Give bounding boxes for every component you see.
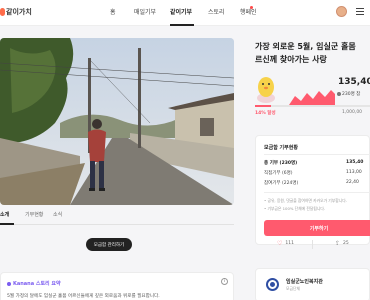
organization-type: 모금단체 (286, 286, 300, 291)
tab-donation-status[interactable]: 기부현황 (25, 211, 43, 218)
summary-header: Kanana 스토리 요약 (7, 280, 61, 287)
summary-title: Kanana 스토리 요약 (13, 281, 61, 287)
nav-together[interactable]: 같이기부 (170, 7, 192, 16)
action-bar: ♡ 111 ⇪ 25 (255, 238, 370, 252)
campaign-title: 가장 외로운 5월, 임실군 홀몸 르신께 찾아가는 사랑 (255, 40, 370, 66)
logo-icon (0, 8, 5, 16)
story-summary-card: Kanana 스토리 요약 i 5월 가정의 달에도 임실군 홀몸 어르신들에게… (0, 272, 234, 300)
status-title: 모금함 기부현황 (264, 145, 298, 151)
donate-button[interactable]: 기부하기 (264, 220, 370, 236)
like-button[interactable]: ♡ 111 (277, 240, 294, 247)
heart-chain-graphic (289, 90, 335, 105)
campaign-photo (0, 38, 234, 205)
divider (264, 192, 370, 193)
status-row-value: 135,40 (346, 160, 364, 165)
status-row-label: 총 기부 (230명) (264, 161, 298, 166)
avatar[interactable] (336, 6, 347, 17)
status-row-value: 22,40 (346, 180, 359, 185)
logo[interactable]: 같이가치 (0, 7, 32, 17)
progress-fill (255, 105, 272, 107)
status-note: • 기부금은 100% 단체에 전달됩니다. (264, 206, 326, 211)
status-note: • 공유, 응원, 댓글을 참여하면 카카오가 기부합니다. (264, 198, 347, 203)
top-header: 같이가치 홈 매일기부 같이기부 스토리 행페인 (0, 0, 370, 26)
status-row-participation: 참여기부 (224명) 22,40 (264, 180, 370, 186)
organization-name: 임실군노인복지관 (286, 279, 323, 285)
like-count: 111 (285, 241, 294, 246)
menu-icon[interactable] (356, 8, 364, 15)
share-icon: ⇪ (335, 240, 341, 247)
raised-amount: 135,40 (338, 77, 370, 87)
donation-status-card: 모금함 기부현황 총 기부 (230명) 135,40 직접기부 (6명) 11… (255, 135, 370, 245)
campaign-title-line2: 르신께 찾아가는 사랑 (255, 55, 327, 64)
organization-card[interactable]: 임실군노인복지관 모금단체 (255, 268, 370, 300)
status-row-label: 직접기부 (6명) (264, 171, 293, 176)
heart-icon: ♡ (277, 240, 283, 247)
divider (312, 240, 313, 249)
donor-count: 230명 참 (337, 91, 360, 97)
status-row-total: 총 기부 (230명) 135,40 (264, 160, 370, 166)
nav-story[interactable]: 스토리 (208, 7, 225, 16)
status-row-label: 참여기부 (224명) (264, 181, 299, 186)
divider (264, 154, 370, 155)
person-icon (337, 91, 341, 96)
status-row-direct: 직접기부 (6명) 113,00 (264, 170, 370, 176)
progress-bar (255, 105, 370, 107)
kanana-icon (7, 281, 11, 286)
tab-news[interactable]: 소식 (53, 211, 62, 218)
tab-intro[interactable]: 소개 (0, 211, 9, 218)
summary-text: 5월 가정의 달에도 임실군 홀몸 어르신들에게 깊은 외로움과 위로를 필요합… (7, 294, 160, 299)
campaign-title-line1: 가장 외로운 5월, 임실군 홀몸 (255, 42, 356, 51)
manage-fund-button[interactable]: 모금함 관리하기 (86, 238, 132, 251)
active-tab-underline (0, 223, 14, 225)
share-count: 25 (343, 241, 349, 246)
nav-home[interactable]: 홈 (110, 7, 116, 16)
logo-text: 같이가치 (6, 8, 32, 16)
percent-achieved: 14% 달성 (255, 111, 276, 116)
organization-logo (266, 278, 279, 291)
status-row-value: 113,00 (346, 170, 362, 175)
content-tabs: 소개 기부현황 소식 (0, 207, 234, 225)
info-icon[interactable]: i (221, 278, 228, 285)
goal-amount: 1,000,00 (342, 110, 363, 115)
active-nav-underline (170, 24, 194, 26)
donor-count-text: 230명 참 (342, 92, 361, 97)
share-button[interactable]: ⇪ 25 (335, 240, 349, 247)
nav-daily[interactable]: 매일기부 (134, 7, 156, 16)
mascot-icon (257, 77, 275, 103)
nav-campaign[interactable]: 행페인 (240, 7, 257, 16)
